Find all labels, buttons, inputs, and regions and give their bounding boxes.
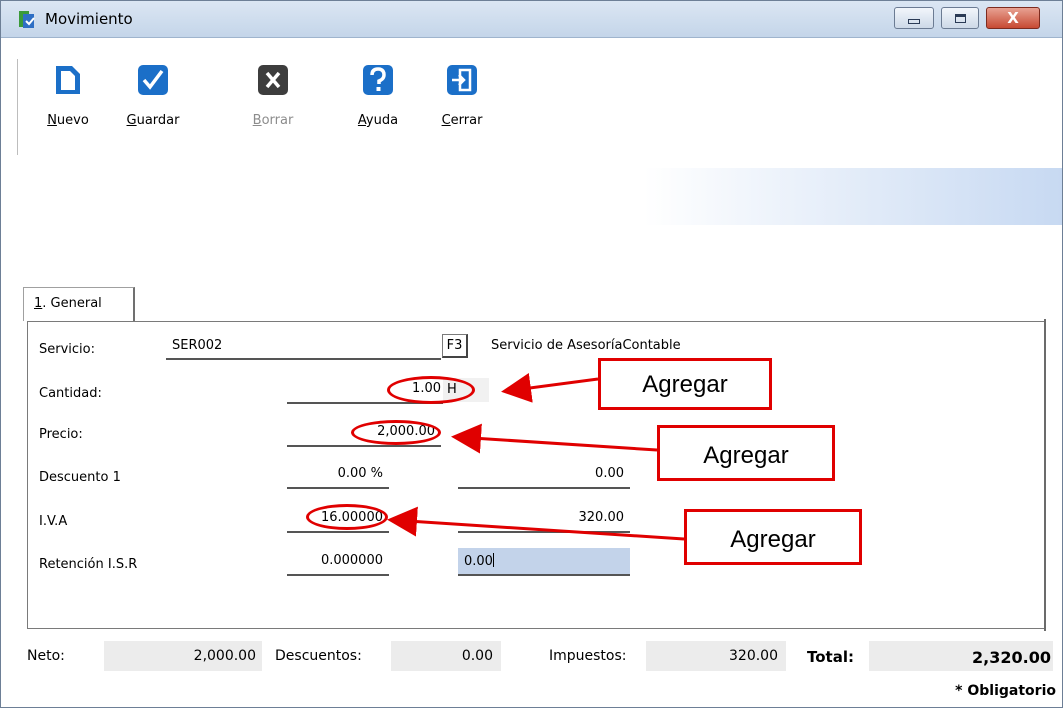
toolbar: Nuevo Guardar Borrar Ayuda Cerrar [17,59,1063,155]
guardar-button[interactable]: Guardar [118,65,188,149]
callout-agregar-2: Agregar [657,425,835,481]
close-window-button[interactable]: X [986,7,1040,29]
callout-agregar-1: Agregar [598,358,772,410]
minimize-button[interactable] [894,7,934,29]
retencion-amount-input[interactable]: 0.00 [458,548,630,576]
exit-door-icon [447,65,477,95]
cerrar-label: Cerrar [441,113,483,128]
title-bar: Movimiento X [1,1,1062,38]
neto-label: Neto: [27,648,65,664]
iva-amount-input[interactable]: 320.00 [458,505,630,533]
tab-label: . General [42,296,102,311]
f3-lookup-button[interactable]: F3 [442,334,468,358]
totals-bar: Neto: 2,000.00 Descuentos: 0.00 Impuesto… [1,641,1063,675]
servicio-code-input[interactable]: SER002 [166,334,441,360]
tab-general[interactable]: 1. General [23,287,135,321]
guardar-label: Guardar [126,113,180,128]
checkmark-icon [138,65,168,95]
descuento-label: Descuento 1 [39,470,121,485]
borrar-button[interactable]: Borrar [243,65,303,149]
app-icon [19,11,35,28]
ayuda-button[interactable]: Ayuda [348,65,408,149]
callout-agregar-3: Agregar [684,509,862,565]
neto-value: 2,000.00 [104,641,262,671]
secondary-band [17,237,1062,283]
iva-label: I.V.A [39,514,68,529]
nuevo-label: Nuevo [47,113,89,128]
window: Movimiento X Nuevo Guardar Borrar Ayuda … [0,0,1063,708]
window-title: Movimiento [45,10,133,28]
highlight-cantidad [387,376,475,404]
retencion-label: Retención I.S.R [39,557,138,572]
descuentos-label: Descuentos: [275,648,362,664]
retencion-amount-value: 0.00 [464,554,493,569]
maximize-button[interactable] [941,7,979,29]
descuento-percent-input[interactable]: 0.00 % [287,461,389,489]
close-icon: X [1007,9,1019,27]
info-band [17,168,1062,225]
obligatorio-note: * Obligatorio [955,683,1056,699]
impuestos-value: 320.00 [646,641,786,671]
cantidad-label: Cantidad: [39,386,102,401]
highlight-iva [306,504,388,530]
text-cursor [492,553,494,567]
delete-x-icon [258,65,288,95]
descuentos-value: 0.00 [391,641,501,671]
servicio-description: Servicio de AsesoríaContable [485,334,1007,358]
total-value: 2,320.00 [869,641,1053,671]
retencion-percent-input[interactable]: 0.000000 [287,548,389,576]
precio-label: Precio: [39,427,83,442]
total-label: Total: [807,648,854,666]
impuestos-label: Impuestos: [549,648,627,664]
highlight-precio [351,420,441,445]
minimize-icon [908,19,920,24]
nuevo-button[interactable]: Nuevo [38,65,98,149]
descuento-amount-input[interactable]: 0.00 [458,461,630,489]
ayuda-label: Ayuda [357,113,399,128]
new-document-icon [53,65,83,95]
borrar-label: Borrar [252,113,294,128]
maximize-icon [954,13,966,23]
help-question-icon [363,65,393,95]
cerrar-button[interactable]: Cerrar [432,65,492,149]
servicio-label: Servicio: [39,342,95,357]
panel-edge [1044,319,1046,631]
